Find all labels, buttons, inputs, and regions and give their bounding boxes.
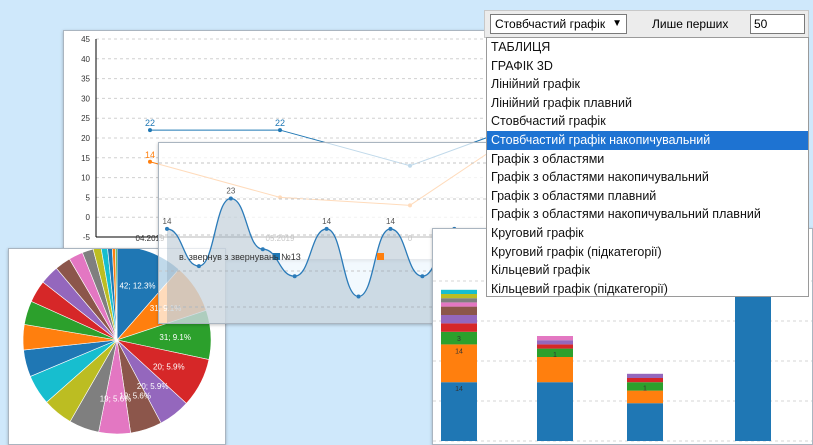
bar-segment bbox=[537, 340, 573, 345]
data-label: 14 bbox=[322, 217, 331, 226]
bar-label: 1 bbox=[643, 386, 647, 393]
y-tick-label: 40 bbox=[81, 55, 90, 64]
dropdown-option[interactable]: ГРАФІК 3D bbox=[487, 57, 808, 76]
data-point bbox=[196, 264, 201, 269]
y-tick-label: 5 bbox=[86, 193, 91, 202]
chart-type-dropdown-list: ТАБЛИЦЯ ГРАФІК 3D Лінійний графік Лінійний … bbox=[486, 37, 809, 297]
bar-label: 14 bbox=[455, 386, 463, 393]
first-only-label: Лише перших bbox=[652, 17, 729, 31]
dropdown-option[interactable]: Стовбчастий графік bbox=[487, 112, 808, 131]
dropdown-option[interactable]: ТАБЛИЦЯ bbox=[487, 38, 808, 57]
data-point bbox=[324, 226, 329, 231]
data-point bbox=[165, 226, 169, 231]
pie-label: 19; 5.6% bbox=[100, 394, 132, 403]
bar-segment bbox=[627, 378, 663, 383]
y-tick-label: -5 bbox=[83, 233, 91, 242]
data-point bbox=[356, 294, 361, 299]
dropdown-option[interactable]: Графік з областями накопичувальний плавн… bbox=[487, 205, 808, 224]
y-tick-label: 30 bbox=[81, 94, 90, 103]
dropdown-option[interactable]: Графік з областями плавний bbox=[487, 187, 808, 206]
pie-label: 31; 9.1% bbox=[159, 333, 191, 342]
dropdown-option[interactable]: Лінійний графік bbox=[487, 75, 808, 94]
bar-segment bbox=[441, 294, 477, 299]
bar-segment bbox=[627, 373, 663, 378]
bar-label: 3 bbox=[457, 336, 461, 343]
data-label: 22 bbox=[145, 118, 155, 128]
data-label: 14 bbox=[145, 150, 155, 160]
bar-segment bbox=[537, 382, 573, 441]
dropdown-option[interactable]: Круговий графік bbox=[487, 224, 808, 243]
pie-label: 20; 5.9% bbox=[153, 363, 185, 372]
bar-segment bbox=[441, 298, 477, 303]
bar-segment bbox=[537, 344, 573, 349]
dropdown-option[interactable]: Лінійний графік плавний bbox=[487, 94, 808, 113]
data-label: 22 bbox=[275, 118, 285, 128]
bar-segment bbox=[441, 306, 477, 315]
data-label: 23 bbox=[226, 187, 235, 196]
bar-label: 1 bbox=[553, 352, 557, 359]
dropdown-option[interactable]: Кільцевий графік (підкатегорії) bbox=[487, 280, 808, 299]
data-point bbox=[420, 274, 425, 279]
bar-segment bbox=[441, 302, 477, 307]
y-tick-label: 25 bbox=[81, 114, 90, 123]
data-point bbox=[228, 196, 233, 201]
dropdown-arrow-icon[interactable]: ▼ bbox=[610, 15, 622, 33]
bar-segment bbox=[441, 289, 477, 294]
y-tick-label: 0 bbox=[86, 213, 91, 222]
chart-controls-bar: Стовбчастий графік ▼ Лише перших bbox=[484, 10, 809, 38]
legend-text: в. звернув з звернувань №13 bbox=[179, 252, 301, 262]
bar-segment bbox=[441, 323, 477, 332]
dropdown-option[interactable]: Круговий графік (підкатегорії) bbox=[487, 243, 808, 262]
bar-label: 14 bbox=[455, 348, 463, 355]
dropdown-option[interactable]: Стовбчастий графік накопичувальний bbox=[487, 130, 808, 150]
y-tick-label: 20 bbox=[81, 134, 90, 143]
y-tick-label: 35 bbox=[81, 75, 90, 84]
data-point bbox=[278, 128, 282, 133]
bar-segment bbox=[441, 315, 477, 324]
bar-segment bbox=[537, 336, 573, 341]
bar-segment bbox=[627, 403, 663, 441]
data-point bbox=[388, 226, 393, 231]
y-tick-label: 45 bbox=[81, 35, 90, 44]
dropdown-option[interactable]: Графік з областями bbox=[487, 150, 808, 169]
data-point bbox=[292, 274, 297, 279]
y-tick-label: 15 bbox=[81, 154, 90, 163]
dropdown-option[interactable]: Кільцевий графік bbox=[487, 261, 808, 280]
first-only-input[interactable] bbox=[750, 14, 805, 34]
data-label: 14 bbox=[163, 217, 172, 226]
data-point bbox=[260, 247, 265, 252]
legend-swatch bbox=[377, 253, 384, 260]
data-label: 14 bbox=[386, 217, 395, 226]
chart-type-select[interactable]: Стовбчастий графік ▼ bbox=[490, 14, 627, 34]
dropdown-option[interactable]: Графік з областями накопичувальний bbox=[487, 168, 808, 187]
pie-label: 20; 5.9% bbox=[137, 382, 169, 391]
bar-segment bbox=[537, 357, 573, 383]
data-point bbox=[148, 128, 152, 133]
pie-label: 42; 12.3% bbox=[119, 281, 155, 290]
chart-type-value: Стовбчастий графік bbox=[495, 17, 606, 31]
y-tick-label: 10 bbox=[81, 174, 90, 183]
data-point bbox=[148, 159, 152, 164]
